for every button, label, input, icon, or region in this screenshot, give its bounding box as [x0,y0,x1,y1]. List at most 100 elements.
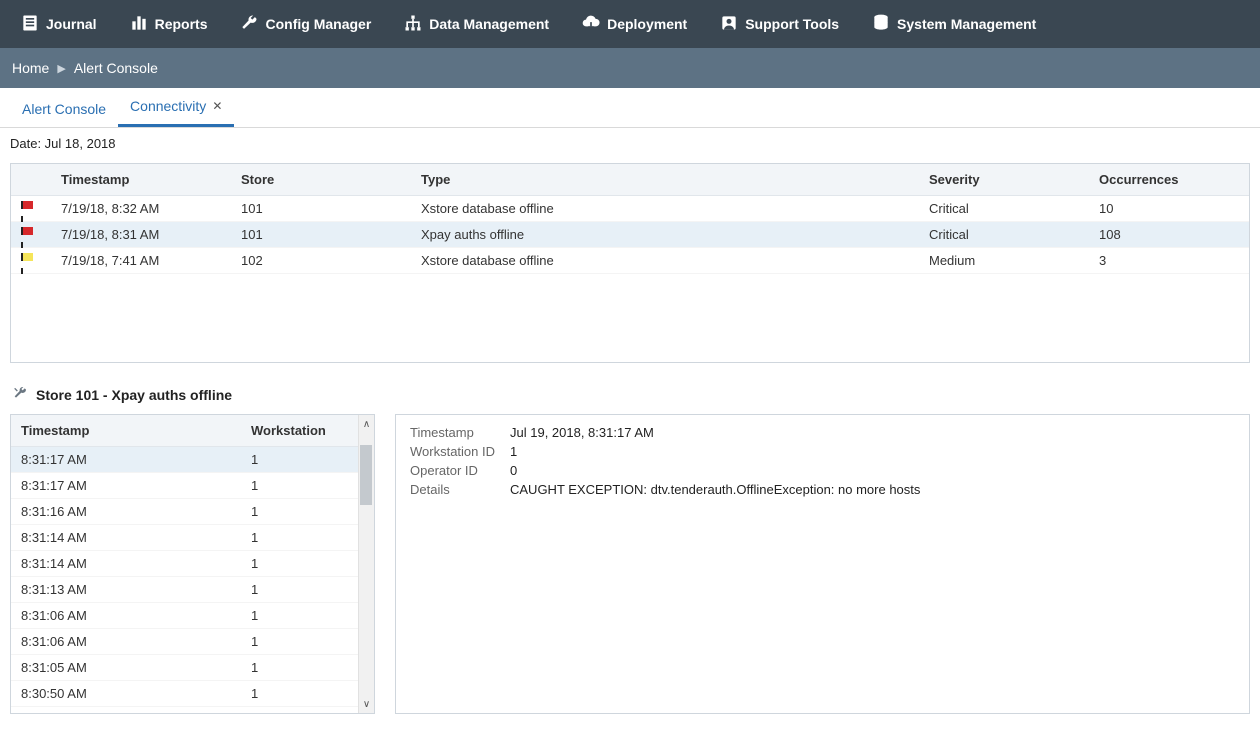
occ-workstation: 1 [241,681,374,707]
occ-timestamp: 8:31:05 AM [11,655,241,681]
cell-occurrences: 3 [1089,248,1249,274]
nav-reports[interactable]: Reports [121,7,216,42]
list-item[interactable]: 8:30:50 AM1 [11,707,374,710]
cell-type: Xstore database offline [411,196,919,222]
list-item[interactable]: 8:31:06 AM1 [11,603,374,629]
nav-data-management[interactable]: Data Management [395,7,557,42]
chevron-right-icon: ▶ [57,62,65,75]
breadcrumb-current[interactable]: Alert Console [74,60,158,76]
col-occurrences[interactable]: Occurrences [1089,164,1249,196]
occ-workstation: 1 [241,499,374,525]
nav-label: Reports [155,16,208,32]
occ-workstation: 1 [241,603,374,629]
occurrence-table: Timestamp Workstation [11,415,374,447]
nav-label: System Management [897,16,1036,32]
list-item[interactable]: 8:30:50 AM1 [11,681,374,707]
close-icon[interactable]: ✕ [212,99,222,113]
tab-connectivity[interactable]: Connectivity ✕ [118,88,234,127]
tab-alert-console[interactable]: Alert Console [10,91,118,127]
scroll-thumb[interactable] [360,445,372,505]
nav-system-management[interactable]: System Management [863,7,1044,42]
occ-workstation: 1 [241,577,374,603]
occ-timestamp: 8:31:14 AM [11,551,241,577]
nav-label: Journal [46,16,97,32]
meta-details-label: Details [410,482,510,497]
tabs-row: Alert Console Connectivity ✕ [0,88,1260,128]
support-icon [719,13,739,36]
cell-type: Xstore database offline [411,248,919,274]
cell-timestamp: 7/19/18, 8:31 AM [51,222,231,248]
list-item[interactable]: 8:31:14 AM1 [11,525,374,551]
flag-icon [21,227,35,241]
occ-timestamp: 8:31:13 AM [11,577,241,603]
occ-timestamp: 8:31:14 AM [11,525,241,551]
occ-workstation: 1 [241,707,374,710]
col-timestamp[interactable]: Timestamp [51,164,231,196]
nav-config-manager[interactable]: Config Manager [231,7,379,42]
cell-occurrences: 10 [1089,196,1249,222]
breadcrumb-home[interactable]: Home [12,60,49,76]
occ-workstation: 1 [241,629,374,655]
occ-workstation: 1 [241,655,374,681]
occ-timestamp: 8:31:06 AM [11,629,241,655]
nav-journal[interactable]: Journal [12,7,105,42]
detail-heading-text: Store 101 - Xpay auths offline [36,387,232,403]
occ-timestamp: 8:31:16 AM [11,499,241,525]
list-item[interactable]: 8:31:17 AM1 [11,447,374,473]
col-flag[interactable] [11,164,51,196]
breadcrumb: Home ▶ Alert Console [0,48,1260,88]
nav-label: Config Manager [265,16,371,32]
list-item[interactable]: 8:31:05 AM1 [11,655,374,681]
flag-icon [21,201,35,215]
list-item[interactable]: 8:31:06 AM1 [11,629,374,655]
cell-type: Xpay auths offline [411,222,919,248]
meta-operator-value: 0 [510,463,517,478]
list-item[interactable]: 8:31:17 AM1 [11,473,374,499]
top-nav: Journal Reports Config Manager Data Mana… [0,0,1260,48]
list-item[interactable]: 8:31:16 AM1 [11,499,374,525]
meta-workstation-label: Workstation ID [410,444,510,459]
col-severity[interactable]: Severity [919,164,1089,196]
tab-label: Connectivity [130,98,206,114]
occurrence-panel: Timestamp Workstation 8:31:17 AM18:31:17… [10,414,375,714]
flag-icon [21,253,35,267]
scroll-up-icon[interactable]: ∧ [359,415,374,433]
cell-severity: Critical [919,222,1089,248]
wrench-icon [239,13,259,36]
occ-col-timestamp[interactable]: Timestamp [11,415,241,447]
cell-timestamp: 7/19/18, 8:32 AM [51,196,231,222]
nav-deployment[interactable]: Deployment [573,7,695,42]
meta-operator-label: Operator ID [410,463,510,478]
occ-timestamp: 8:30:50 AM [11,681,241,707]
table-row[interactable]: 7/19/18, 7:41 AM102Xstore database offli… [11,248,1249,274]
table-row[interactable]: 7/19/18, 8:32 AM101Xstore database offli… [11,196,1249,222]
cloud-download-icon [581,13,601,36]
col-store[interactable]: Store [231,164,411,196]
cell-severity: Medium [919,248,1089,274]
date-label: Date: Jul 18, 2018 [10,136,1250,151]
col-type[interactable]: Type [411,164,919,196]
cell-store: 101 [231,196,411,222]
hierarchy-icon [403,13,423,36]
occ-workstation: 1 [241,473,374,499]
list-item[interactable]: 8:31:13 AM1 [11,577,374,603]
scrollbar[interactable]: ∧ ∨ [358,415,374,713]
cell-occurrences: 108 [1089,222,1249,248]
scroll-down-icon[interactable]: ∨ [359,695,374,713]
meta-workstation-value: 1 [510,444,517,459]
nav-support-tools[interactable]: Support Tools [711,7,847,42]
occ-timestamp: 8:31:17 AM [11,447,241,473]
database-icon [871,13,891,36]
occ-timestamp: 8:30:50 AM [11,707,241,710]
occ-timestamp: 8:31:17 AM [11,473,241,499]
table-row[interactable]: 7/19/18, 8:31 AM101Xpay auths offlineCri… [11,222,1249,248]
list-item[interactable]: 8:31:14 AM1 [11,551,374,577]
tools-icon [12,385,28,404]
tab-label: Alert Console [22,101,106,117]
reports-icon [129,13,149,36]
journal-icon [20,13,40,36]
occ-timestamp: 8:31:06 AM [11,603,241,629]
detail-row: Timestamp Workstation 8:31:17 AM18:31:17… [10,414,1250,714]
occ-col-workstation[interactable]: Workstation [241,415,374,447]
detail-meta-panel: Timestamp Jul 19, 2018, 8:31:17 AM Works… [395,414,1250,714]
